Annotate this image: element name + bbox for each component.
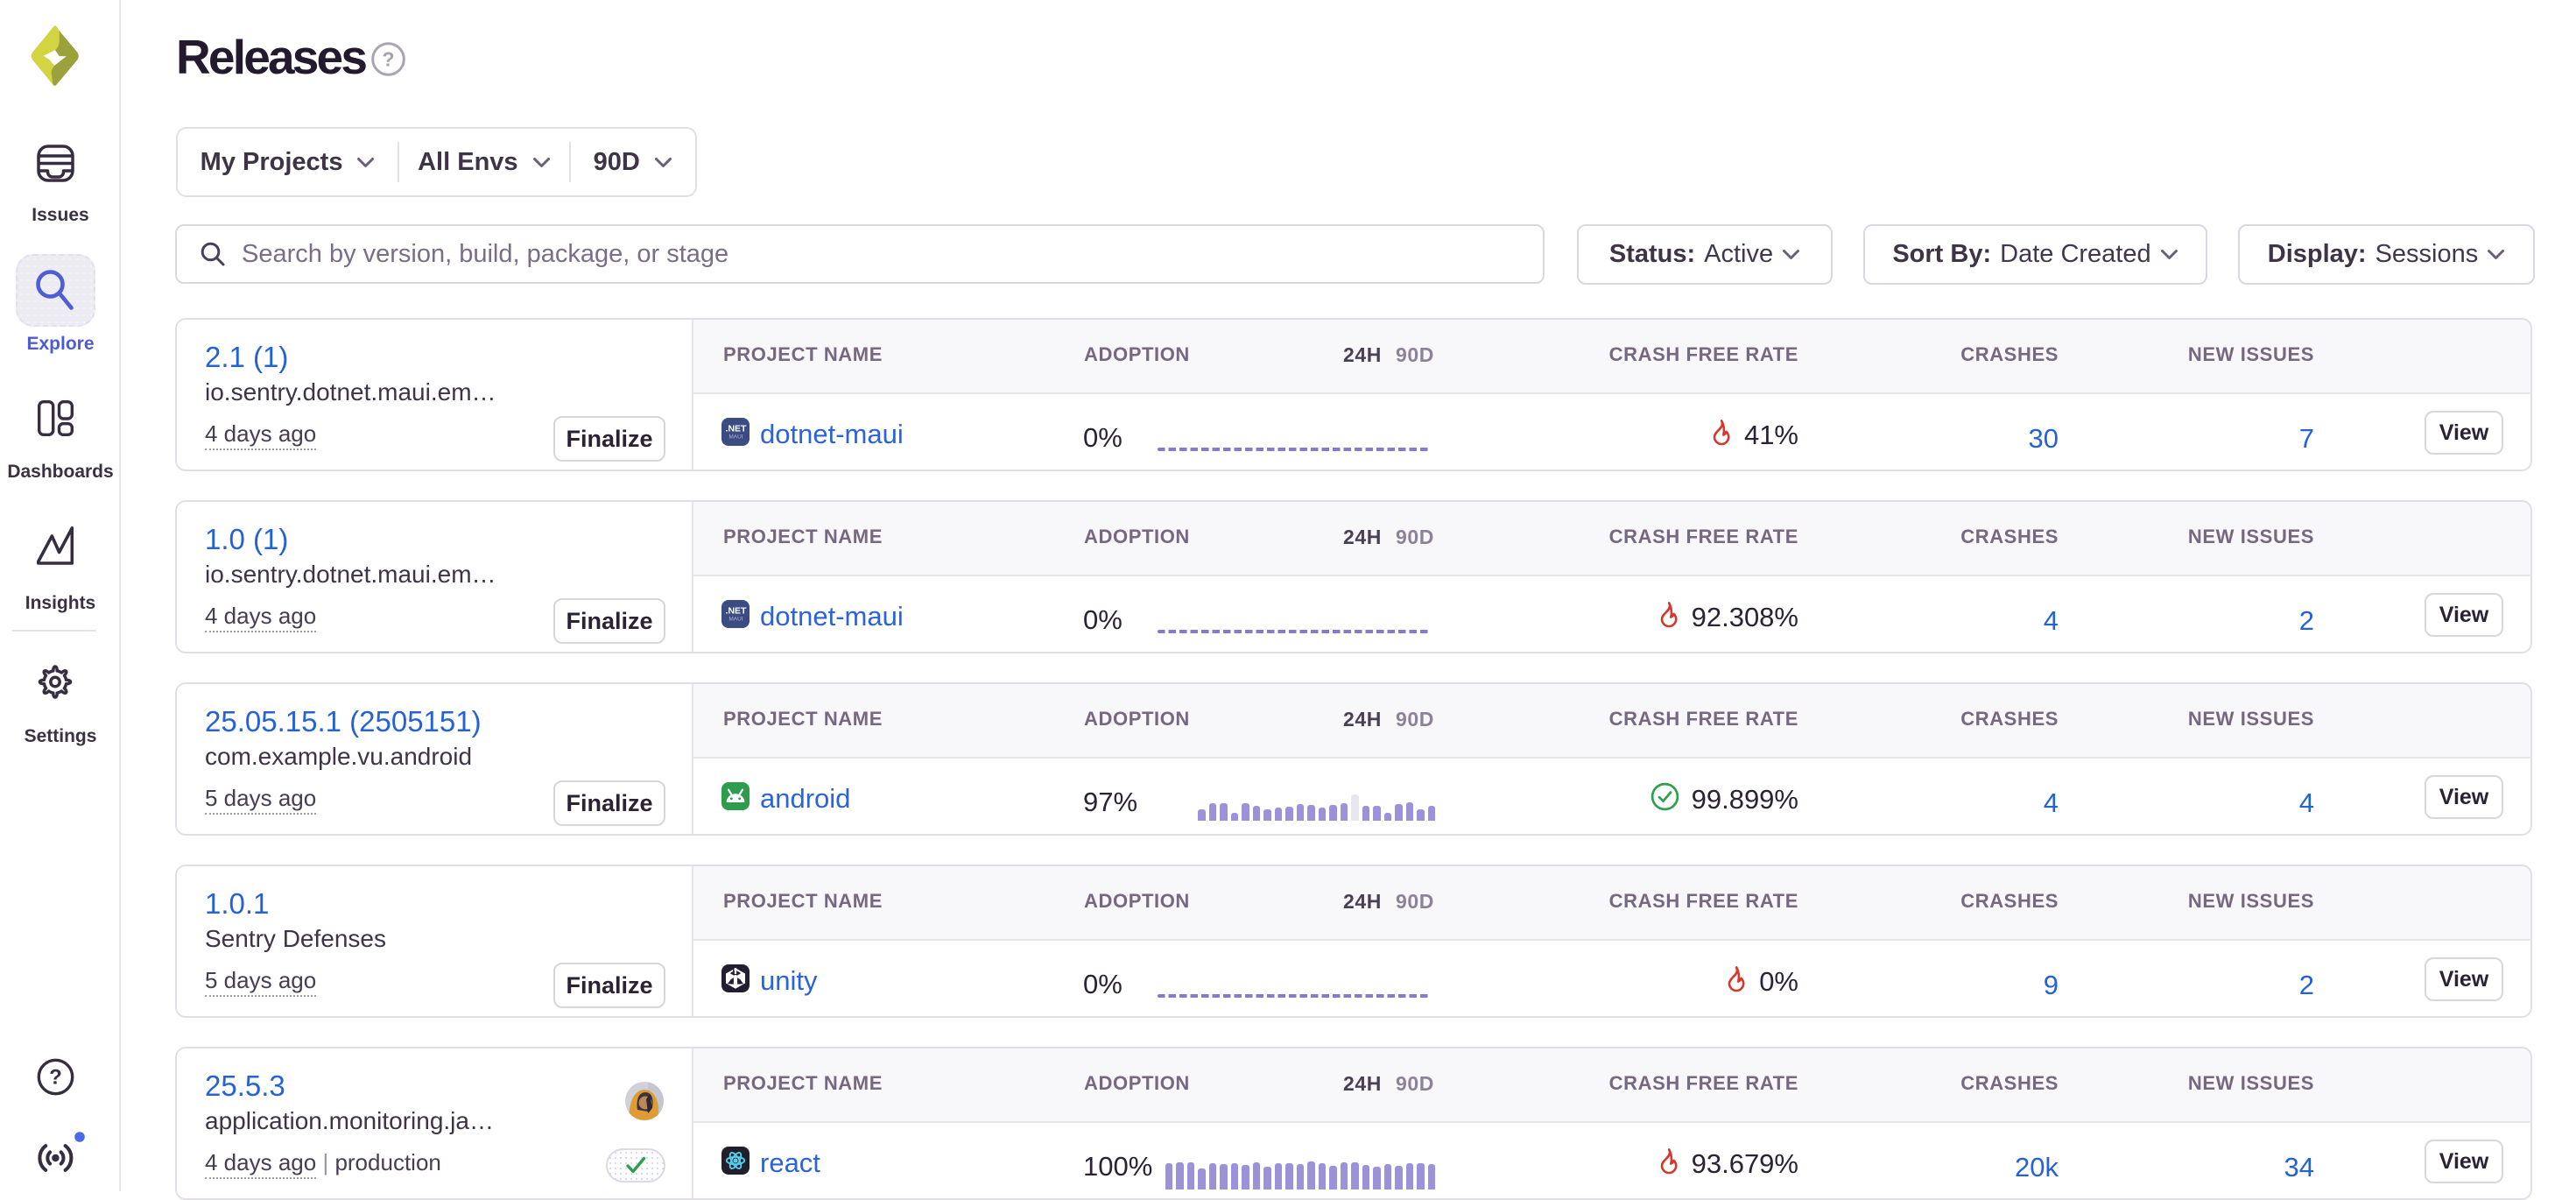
svg-text:.NET: .NET	[726, 606, 748, 617]
svg-text:.NET: .NET	[726, 424, 748, 434]
svg-text:?: ?	[382, 48, 394, 71]
svg-text:MAUI: MAUI	[728, 434, 743, 441]
svg-text:MAUI: MAUI	[728, 617, 743, 623]
